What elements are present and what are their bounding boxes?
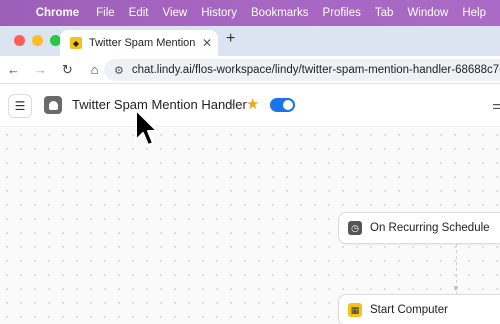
- close-window-button[interactable]: [14, 35, 25, 46]
- menu-help[interactable]: Help: [462, 7, 486, 19]
- forward-icon[interactable]: →: [27, 62, 54, 77]
- node-label: Start Computer: [370, 304, 448, 316]
- star-icon[interactable]: ★: [246, 95, 259, 113]
- connector-arrow-icon: ▼: [452, 284, 460, 293]
- back-icon[interactable]: ←: [0, 62, 27, 77]
- chevron-down-icon[interactable]: ⌄: [227, 98, 235, 109]
- minimize-window-button[interactable]: [32, 35, 43, 46]
- menu-bookmarks[interactable]: Bookmarks: [251, 7, 309, 19]
- workflow-canvas[interactable]: ◷ On Recurring Schedule ▼ ▦ Start Comput…: [0, 128, 500, 324]
- schedule-icon: ◷: [348, 221, 362, 235]
- lindy-favicon-icon: ◆: [70, 37, 82, 49]
- menu-history[interactable]: History: [201, 7, 237, 19]
- url-text: chat.lindy.ai/flos-workspace/lindy/twitt…: [131, 64, 500, 76]
- computer-icon: ▦: [348, 303, 362, 317]
- site-settings-icon[interactable]: ⚙: [114, 64, 124, 77]
- close-tab-icon[interactable]: ✕: [202, 36, 212, 50]
- browser-toolbar: ← → ↻ ⌂ ⚙ chat.lindy.ai/flos-workspace/l…: [0, 56, 500, 84]
- hamburger-menu-icon[interactable]: ☰: [8, 94, 32, 118]
- workflow-node-action[interactable]: ▦ Start Computer: [338, 294, 500, 324]
- menu-edit[interactable]: Edit: [129, 7, 149, 19]
- macos-menu-bar: Chrome File Edit View History Bookmarks …: [0, 0, 500, 26]
- app-header: ☰ Twitter Spam Mention Handler ⌄ ★ ⚌: [0, 85, 500, 127]
- menu-window[interactable]: Window: [407, 7, 448, 19]
- window-controls: [14, 35, 61, 46]
- address-bar[interactable]: ⚙ chat.lindy.ai/flos-workspace/lindy/twi…: [104, 59, 500, 81]
- agent-avatar-icon: [44, 96, 62, 114]
- menu-tab[interactable]: Tab: [375, 7, 394, 19]
- tab-title: Twitter Spam Mention Handler: [89, 37, 196, 49]
- agent-enabled-toggle[interactable]: [270, 98, 295, 112]
- reload-icon[interactable]: ↻: [54, 62, 81, 78]
- workflow-node-trigger[interactable]: ◷ On Recurring Schedule: [338, 212, 500, 244]
- new-tab-icon[interactable]: +: [226, 30, 235, 48]
- browser-tab-active[interactable]: ◆ Twitter Spam Mention Handler ✕: [60, 30, 218, 56]
- mouse-cursor-icon: [135, 109, 158, 146]
- menu-profiles[interactable]: Profiles: [323, 7, 361, 19]
- browser-tab-strip: ◆ Twitter Spam Mention Handler ✕ +: [0, 26, 500, 56]
- menu-view[interactable]: View: [163, 7, 188, 19]
- menu-app-name[interactable]: Chrome: [36, 7, 79, 19]
- menu-file[interactable]: File: [96, 7, 115, 19]
- node-label: On Recurring Schedule: [370, 222, 490, 234]
- sliders-icon[interactable]: ⚌: [492, 98, 500, 112]
